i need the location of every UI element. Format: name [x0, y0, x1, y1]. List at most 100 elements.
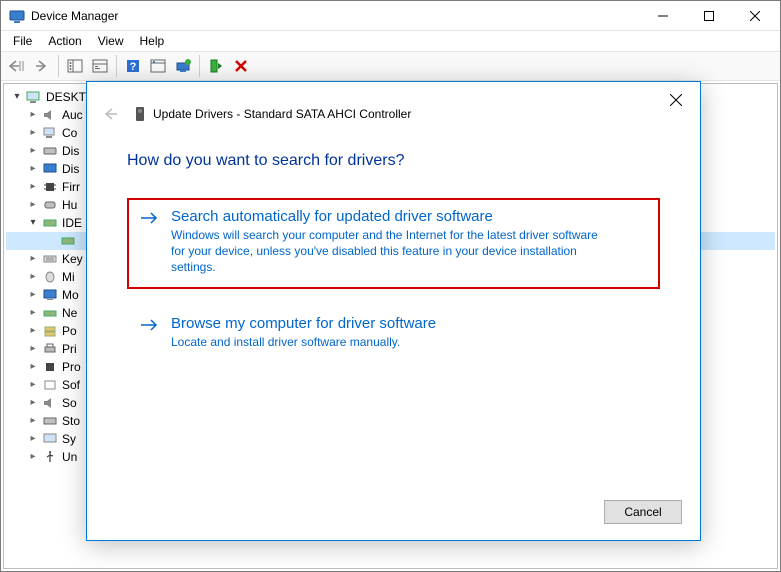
minimize-button[interactable] — [640, 1, 686, 30]
dialog-title: Update Drivers - Standard SATA AHCI Cont… — [133, 106, 411, 122]
drive-icon — [133, 106, 147, 122]
tree-label: Key — [62, 250, 83, 268]
chevron-right-icon[interactable]: ▸ — [26, 196, 40, 214]
printer-icon — [42, 341, 58, 357]
chevron-right-icon[interactable]: ▸ — [26, 376, 40, 394]
menu-help[interactable]: Help — [132, 32, 173, 50]
tree-label: Dis — [62, 142, 79, 160]
tree-label: Co — [62, 124, 77, 142]
system-icon — [42, 431, 58, 447]
chevron-right-icon[interactable]: ▸ — [26, 448, 40, 466]
chevron-right-icon[interactable]: ▸ — [26, 106, 40, 124]
titlebar: Device Manager — [1, 1, 780, 31]
menu-file[interactable]: File — [5, 32, 40, 50]
toolbar: ? — [1, 51, 780, 81]
chevron-right-icon[interactable]: ▸ — [26, 412, 40, 430]
tree-label: Hu — [62, 196, 77, 214]
properties-button[interactable] — [88, 54, 112, 78]
dialog-close-button[interactable] — [660, 86, 692, 114]
menubar: File Action View Help — [1, 31, 780, 51]
chevron-right-icon[interactable]: ▸ — [26, 142, 40, 160]
computer-icon — [26, 89, 42, 105]
disk-icon — [42, 143, 58, 159]
window-title: Device Manager — [31, 9, 640, 23]
show-hide-tree-button[interactable] — [63, 54, 87, 78]
port-icon — [42, 323, 58, 339]
arrow-right-icon — [139, 210, 159, 275]
tree-label: Po — [62, 322, 77, 340]
monitor-icon — [42, 287, 58, 303]
chevron-right-icon[interactable]: ▸ — [26, 286, 40, 304]
chevron-right-icon[interactable]: ▸ — [26, 124, 40, 142]
back-button[interactable] — [5, 54, 29, 78]
tree-label: Pro — [62, 358, 81, 376]
chevron-right-icon[interactable]: ▸ — [26, 430, 40, 448]
option-browse-computer[interactable]: Browse my computer for driver software L… — [127, 305, 660, 364]
tree-label: Mo — [62, 286, 79, 304]
speaker-icon — [42, 107, 58, 123]
dialog-title-text: Update Drivers - Standard SATA AHCI Cont… — [153, 107, 411, 121]
tree-label: Ne — [62, 304, 77, 322]
chevron-right-icon[interactable]: ▸ — [26, 268, 40, 286]
update-drivers-dialog: Update Drivers - Standard SATA AHCI Cont… — [86, 81, 701, 541]
tree-label: So — [62, 394, 77, 412]
cancel-button[interactable]: Cancel — [604, 500, 682, 524]
option-title: Search automatically for updated driver … — [171, 208, 611, 225]
option-search-automatically[interactable]: Search automatically for updated driver … — [127, 198, 660, 289]
maximize-button[interactable] — [686, 1, 732, 30]
chip-icon — [42, 179, 58, 195]
keyboard-icon — [42, 251, 58, 267]
tree-label: Dis — [62, 160, 79, 178]
svg-text:?: ? — [130, 61, 137, 73]
computer-icon — [42, 125, 58, 141]
controller-icon — [42, 215, 58, 231]
tree-label: Sy — [62, 430, 76, 448]
option-description: Windows will search your computer and th… — [171, 227, 611, 275]
hid-icon — [42, 197, 58, 213]
chevron-right-icon[interactable]: ▸ — [26, 358, 40, 376]
option-title: Browse my computer for driver software — [171, 315, 436, 332]
update-driver-button[interactable] — [171, 54, 195, 78]
chevron-right-icon[interactable]: ▸ — [26, 340, 40, 358]
enable-device-button[interactable] — [204, 54, 228, 78]
display-icon — [42, 161, 58, 177]
arrow-right-icon — [139, 317, 159, 350]
tree-label: Auc — [62, 106, 83, 124]
tree-label: Sof — [62, 376, 80, 394]
chevron-right-icon[interactable]: ▸ — [26, 322, 40, 340]
tree-label: Firr — [62, 178, 80, 196]
chevron-right-icon[interactable]: ▸ — [26, 250, 40, 268]
chevron-down-icon[interactable]: ▾ — [10, 88, 24, 106]
chevron-down-icon[interactable]: ▾ — [26, 214, 40, 232]
menu-view[interactable]: View — [90, 32, 132, 50]
speaker-icon — [42, 395, 58, 411]
cpu-icon — [42, 359, 58, 375]
device-manager-window: Device Manager File Action View Help ? — [0, 0, 781, 572]
uninstall-device-button[interactable] — [229, 54, 253, 78]
app-icon — [9, 8, 25, 24]
tree-label: Sto — [62, 412, 80, 430]
mouse-icon — [42, 269, 58, 285]
dialog-question: How do you want to search for drivers? — [127, 152, 660, 170]
chevron-right-icon[interactable]: ▸ — [26, 160, 40, 178]
cancel-label: Cancel — [624, 505, 661, 519]
forward-button[interactable] — [30, 54, 54, 78]
chevron-right-icon[interactable]: ▸ — [26, 394, 40, 412]
tree-label: Pri — [62, 340, 77, 358]
network-icon — [42, 305, 58, 321]
menu-action[interactable]: Action — [40, 32, 89, 50]
chevron-right-icon[interactable]: ▸ — [26, 178, 40, 196]
close-button[interactable] — [732, 1, 778, 30]
tree-label: Mi — [62, 268, 75, 286]
controller-icon — [60, 233, 76, 249]
tree-label: Un — [62, 448, 77, 466]
option-description: Locate and install driver software manua… — [171, 334, 436, 350]
scan-hardware-button[interactable] — [146, 54, 170, 78]
dialog-back-button[interactable] — [99, 102, 123, 126]
software-icon — [42, 377, 58, 393]
tree-label: IDE — [62, 214, 82, 232]
help-button[interactable]: ? — [121, 54, 145, 78]
usb-icon — [42, 449, 58, 465]
storage-icon — [42, 413, 58, 429]
chevron-right-icon[interactable]: ▸ — [26, 304, 40, 322]
